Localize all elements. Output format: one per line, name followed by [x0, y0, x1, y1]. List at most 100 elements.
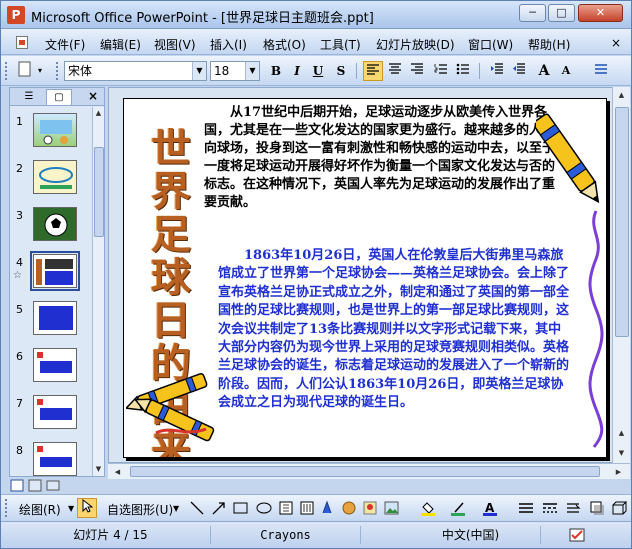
scroll-right-icon[interactable]: ▶: [613, 466, 624, 478]
slide-paragraph-history[interactable]: 从17世纪中后期开始，足球运动逐步从欧美传入世界各国，尤其是在一些文化发达的国家…: [204, 104, 564, 212]
maximize-button[interactable]: □: [548, 4, 575, 22]
close-panel-button[interactable]: ×: [88, 89, 98, 103]
scrollbar-thumb[interactable]: [615, 107, 629, 337]
chevron-down-icon[interactable]: ▼: [245, 62, 259, 80]
slide-editing-area: 世 界 足 球 日 的 由 来 从17世纪中后期开始，足球运动逐步从欧美传入世界…: [108, 87, 622, 463]
grow-font-button[interactable]: A: [534, 61, 554, 81]
panel-scrollbar[interactable]: ▲ ▼: [92, 107, 104, 476]
slide-thumbnail[interactable]: [33, 207, 77, 241]
toolbar-options-icon[interactable]: ▾: [35, 61, 45, 81]
next-slide-icon[interactable]: ▼: [616, 447, 627, 459]
close-document-button[interactable]: ×: [611, 36, 621, 50]
menu-view[interactable]: 视图(V): [154, 36, 196, 53]
slide-thumbnail-row[interactable]: 6: [10, 348, 92, 394]
menu-bar: 文件(F) 编辑(E) 视图(V) 插入(I) 格式(O) 工具(T) 幻灯片放…: [1, 29, 631, 55]
clipart-icon: [363, 501, 377, 515]
align-center-button[interactable]: [385, 61, 405, 81]
slide-thumbnail-row[interactable]: 5: [10, 301, 92, 347]
tab-slides[interactable]: ▢: [46, 89, 72, 105]
font-size-select[interactable]: 18 ▼: [210, 61, 260, 81]
toolbar-grip[interactable]: [5, 62, 8, 80]
slide-thumbnail-row[interactable]: 3: [10, 207, 92, 253]
title-char: 球: [151, 254, 191, 301]
slide-thumbnail[interactable]: [33, 113, 77, 147]
line-style-icon: [519, 503, 533, 513]
slide-vertical-scrollbar[interactable]: ▲ ▲ ▼: [612, 87, 630, 463]
slide-canvas[interactable]: 世 界 足 球 日 的 由 来 从17世纪中后期开始，足球运动逐步从欧美传入世界…: [123, 98, 607, 458]
line-tool-icon: [190, 501, 204, 515]
italic-button[interactable]: I: [287, 61, 307, 81]
slide-thumbnail-row[interactable]: 8: [10, 442, 92, 476]
picture-icon: [384, 501, 399, 515]
previous-slide-icon[interactable]: ▲: [616, 427, 627, 439]
status-bar: 幻灯片 4 / 15 Crayons 中文(中国): [1, 521, 631, 548]
slide-thumbnail[interactable]: [33, 301, 77, 335]
select-objects-button[interactable]: [77, 498, 97, 518]
menu-edit[interactable]: 编辑(E): [100, 36, 141, 53]
scroll-down-icon[interactable]: ▼: [93, 463, 104, 475]
spelling-check-icon[interactable]: [569, 528, 587, 545]
autoshapes-menu-button[interactable]: 自选图形(U): [107, 501, 173, 518]
decrease-indent-icon: [513, 63, 525, 74]
decrease-indent-button[interactable]: [509, 61, 529, 81]
close-button[interactable]: ✕: [578, 4, 623, 22]
slide-horizontal-scrollbar[interactable]: ◀ ▶: [108, 463, 630, 479]
slide-thumbnail-row[interactable]: 2: [10, 160, 92, 206]
slide-thumbnail-row[interactable]: 7: [10, 395, 92, 441]
toolbar-grip[interactable]: [5, 499, 8, 517]
svg-text:A: A: [485, 501, 495, 515]
menu-tools[interactable]: 工具(T): [320, 36, 361, 53]
minimize-button[interactable]: ─: [519, 4, 546, 22]
purple-squiggle-icon: [588, 210, 604, 448]
title-bar: P Microsoft Office PowerPoint - [世界足球日主题…: [1, 1, 631, 29]
scrollbar-thumb[interactable]: [130, 466, 600, 477]
slide-thumbnail[interactable]: [33, 442, 77, 476]
menu-insert[interactable]: 插入(I): [210, 36, 247, 53]
crayon-top-right-icon: [536, 113, 600, 204]
slide-thumbnail[interactable]: [33, 160, 77, 194]
align-right-button[interactable]: [407, 61, 427, 81]
underline-button[interactable]: U: [308, 61, 328, 81]
menu-window[interactable]: 窗口(W): [468, 36, 513, 53]
slide-thumbnail-selected[interactable]: [30, 251, 80, 291]
chevron-down-icon[interactable]: ▼: [173, 504, 179, 513]
new-slide-icon[interactable]: [15, 61, 35, 81]
scrollbar-thumb[interactable]: [94, 147, 104, 237]
increase-indent-button[interactable]: [487, 61, 507, 81]
menu-slideshow[interactable]: 幻灯片放映(D): [376, 36, 455, 53]
toolbar-grip[interactable]: [56, 62, 59, 80]
bullets-button[interactable]: [453, 61, 473, 81]
font-name-select[interactable]: 宋体 ▼: [64, 61, 207, 81]
slide-sorter-icon: [28, 479, 42, 492]
slide-thumbnail[interactable]: [33, 348, 77, 382]
bold-button[interactable]: B: [266, 61, 286, 81]
document-icon[interactable]: [16, 36, 28, 49]
numbering-button[interactable]: [431, 61, 451, 81]
slideshow-icon: [46, 480, 60, 491]
menu-format[interactable]: 格式(O): [263, 36, 306, 53]
align-right-icon: [411, 63, 423, 74]
shrink-font-button[interactable]: A: [556, 61, 576, 81]
chevron-down-icon[interactable]: ▼: [68, 504, 74, 513]
draw-menu-button[interactable]: 绘图(R): [19, 501, 61, 518]
shadow-button[interactable]: S: [331, 61, 351, 81]
slide-paragraph-fa-founding[interactable]: 1863年10月26日，英国人在伦敦皇后大街弗里马森旅馆成立了世界第一个足球协会…: [218, 247, 570, 413]
menu-help[interactable]: 帮助(H): [528, 36, 570, 53]
scroll-up-icon[interactable]: ▲: [616, 89, 627, 101]
align-left-button[interactable]: [363, 61, 383, 81]
scroll-up-icon[interactable]: ▲: [93, 107, 104, 119]
arrow-style-icon: [567, 503, 581, 513]
slide-thumbnail[interactable]: [33, 395, 77, 429]
indent-options-icon[interactable]: [591, 61, 611, 81]
align-center-icon: [389, 63, 401, 74]
powerpoint-app-icon[interactable]: P: [7, 6, 25, 24]
tab-outline[interactable]: ☰: [16, 89, 42, 105]
numbered-list-icon: [434, 64, 447, 74]
scroll-left-icon[interactable]: ◀: [112, 466, 123, 478]
slide-thumbnail-row[interactable]: 1: [10, 113, 92, 159]
normal-view-icon: [10, 479, 24, 492]
increase-indent-icon: [491, 63, 503, 74]
slide-thumbnail-row[interactable]: 4 ☆: [10, 251, 92, 300]
chevron-down-icon[interactable]: ▼: [192, 62, 206, 80]
menu-file[interactable]: 文件(F): [45, 36, 85, 53]
